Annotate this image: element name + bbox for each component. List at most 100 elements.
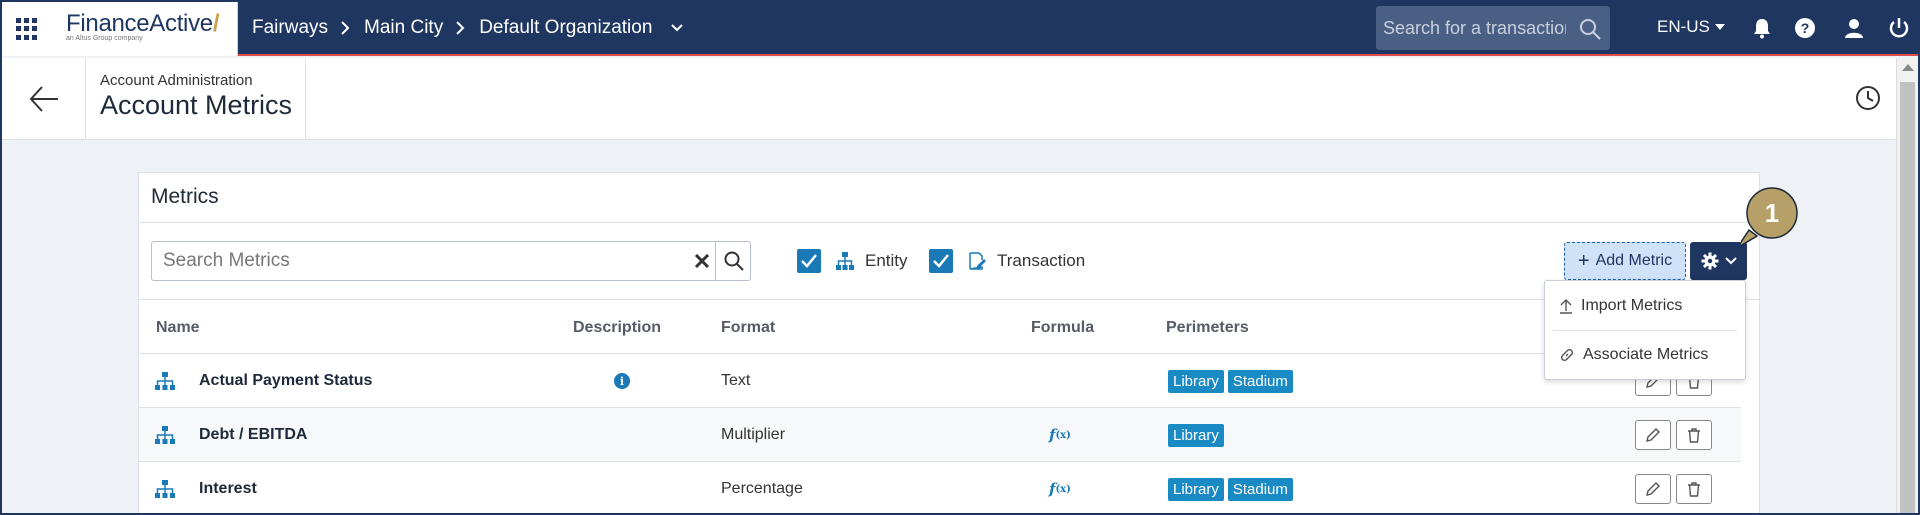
user-icon[interactable] (1842, 16, 1866, 40)
add-metric-button[interactable]: + Add Metric (1564, 242, 1686, 280)
entity-hierarchy-icon (154, 462, 176, 515)
table-body: Actual Payment Status i Text Library Sta… (139, 354, 1741, 515)
settings-menu-button[interactable] (1690, 242, 1747, 280)
logo-main: FinanceActive (66, 10, 213, 37)
metrics-search (151, 241, 751, 281)
arrow-left-icon (29, 86, 58, 112)
upload-icon (1560, 299, 1572, 314)
page-title: Account Metrics (100, 90, 293, 120)
logo[interactable]: FinanceActive/ (66, 10, 220, 38)
logo-subtitle: an Altus Group company (66, 35, 143, 42)
scrollbar[interactable] (1896, 58, 1918, 515)
pencil-icon (1646, 428, 1660, 442)
search-button[interactable] (715, 242, 751, 280)
table-header: Name Description Format Formula Perimete… (139, 300, 1741, 354)
column-header-format[interactable]: Format (721, 319, 775, 337)
delete-button[interactable] (1676, 474, 1712, 504)
column-header-perimeters[interactable]: Perimeters (1166, 319, 1249, 337)
search-icon[interactable] (1578, 17, 1602, 41)
formula-icon[interactable]: f (x) (1049, 408, 1071, 462)
hierarchy-icon (835, 251, 855, 271)
search-icon (724, 251, 744, 271)
scroll-up-arrow-icon[interactable] (1902, 64, 1914, 71)
clear-icon[interactable] (692, 251, 712, 271)
menu-item-label: Import Metrics (1581, 297, 1683, 314)
table-row[interactable]: Interest Percentage f (x) Library Stadium (139, 462, 1741, 515)
perimeter-tag: Stadium (1227, 369, 1293, 393)
metrics-card: Metrics Entity (138, 172, 1760, 515)
logo-area: FinanceActive/ an Altus Group company (0, 0, 238, 56)
entity-hierarchy-icon (154, 354, 176, 408)
metric-format: Percentage (721, 480, 803, 497)
callout-number: 1 (1764, 197, 1780, 228)
metrics-toolbar: Entity Transaction + Add Metric (139, 223, 1759, 300)
transaction-search-input[interactable] (1376, 6, 1566, 50)
transaction-search (1376, 6, 1610, 50)
perimeter-tags: Library Stadium (1168, 462, 1297, 515)
app-grid-icon[interactable] (16, 18, 38, 40)
language-label: EN-US (1657, 17, 1710, 36)
column-header-formula[interactable]: Formula (1031, 319, 1094, 337)
page-section: Account Administration (100, 72, 253, 89)
metric-name: Interest (199, 480, 257, 497)
gear-icon (1701, 252, 1718, 270)
checkmark-icon (801, 254, 817, 268)
transaction-filter: Transaction (929, 249, 1085, 273)
help-icon[interactable]: ? (1793, 16, 1817, 40)
entity-hierarchy-icon (154, 408, 176, 462)
scroll-thumb[interactable] (1900, 82, 1915, 515)
breadcrumb-item-fairways[interactable]: Fairways (252, 17, 328, 39)
title-block: Account Administration Account Metrics (86, 58, 306, 140)
top-navigation-bar: FinanceActive/ an Altus Group company Fa… (0, 0, 1920, 56)
metric-name: Debt / EBITDA (199, 426, 308, 443)
chevron-right-icon (338, 21, 352, 35)
menu-item-associate-metrics[interactable]: Associate Metrics (1545, 331, 1745, 379)
table-row[interactable]: Debt / EBITDA Multiplier f (x) Library (139, 408, 1741, 462)
description-info-icon[interactable]: i (614, 354, 630, 408)
metrics-search-input[interactable] (152, 242, 692, 280)
menu-item-import-metrics[interactable]: Import Metrics (1545, 282, 1745, 330)
power-icon[interactable] (1887, 16, 1911, 40)
delete-button[interactable] (1676, 420, 1712, 450)
pencil-icon (1646, 482, 1660, 496)
perimeter-tags: Library Stadium (1168, 354, 1297, 408)
edit-button[interactable] (1635, 474, 1671, 504)
chevron-right-icon (453, 21, 467, 35)
bell-icon[interactable] (1750, 16, 1774, 40)
breadcrumb: Fairways Main City Default Organization (252, 0, 684, 56)
trash-icon (1688, 428, 1700, 443)
back-button[interactable] (2, 58, 86, 140)
svg-text:?: ? (1801, 20, 1810, 36)
breadcrumb-item-main-city[interactable]: Main City (364, 17, 443, 39)
table-row[interactable]: Actual Payment Status i Text Library Sta… (139, 354, 1741, 408)
formula-arg: (x) (1055, 483, 1071, 495)
perimeter-tag: Library (1168, 423, 1224, 447)
transaction-label: Transaction (997, 251, 1086, 270)
language-selector[interactable]: EN-US (1657, 17, 1725, 37)
entity-label: Entity (865, 251, 908, 270)
settings-dropdown-menu: Import Metrics Associate Metrics (1544, 280, 1746, 380)
metric-format: Text (721, 372, 751, 389)
document-edit-icon (967, 251, 987, 271)
perimeter-tag: Library (1168, 477, 1224, 501)
formula-icon[interactable]: f (x) (1049, 462, 1071, 515)
perimeter-tag: Stadium (1227, 477, 1293, 501)
breadcrumb-item-organization[interactable]: Default Organization (479, 17, 652, 39)
transaction-checkbox[interactable] (929, 249, 953, 273)
chevron-down-icon (1724, 257, 1737, 265)
menu-item-label: Associate Metrics (1583, 346, 1709, 363)
history-icon[interactable] (1854, 84, 1882, 112)
entity-checkbox[interactable] (797, 249, 821, 273)
formula-arg: (x) (1055, 429, 1071, 441)
caret-down-icon (1714, 24, 1725, 30)
perimeter-tags: Library (1168, 408, 1228, 462)
entity-filter: Entity (797, 249, 908, 273)
edit-button[interactable] (1635, 420, 1671, 450)
info-glyph: i (614, 373, 630, 389)
link-icon (1560, 348, 1574, 362)
chevron-down-icon[interactable] (670, 23, 684, 33)
column-header-description[interactable]: Description (573, 319, 661, 337)
metric-name: Actual Payment Status (199, 372, 373, 389)
column-header-name[interactable]: Name (156, 319, 200, 337)
add-metric-label: Add Metric (1595, 252, 1673, 269)
